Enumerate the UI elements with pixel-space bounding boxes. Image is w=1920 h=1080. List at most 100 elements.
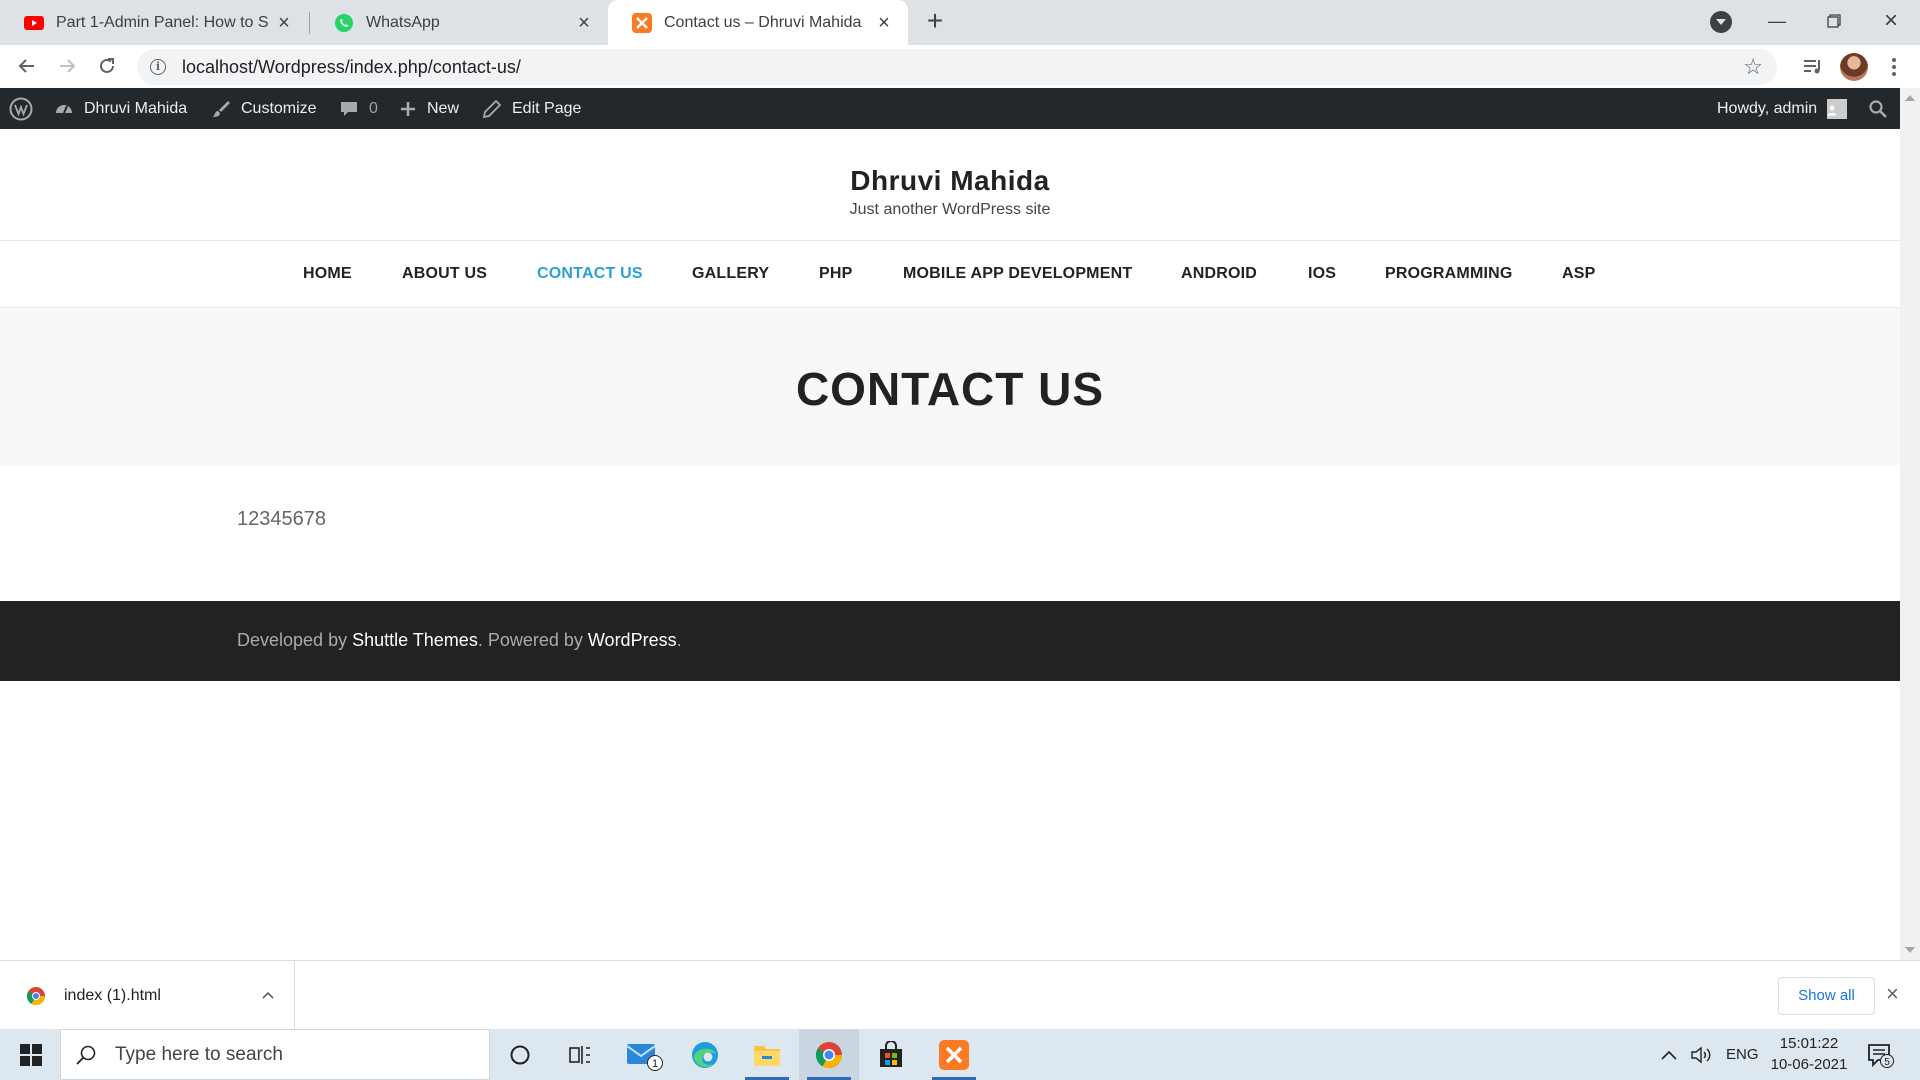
download-bar: index (1).html Show all × (0, 960, 1920, 1030)
tab-title: Contact us – Dhruvi Mahida (664, 13, 862, 31)
page-title-banner: CONTACT US (0, 308, 1900, 465)
nav-item-gallery[interactable]: GALLERY (692, 265, 769, 283)
admin-account[interactable]: Howdy, admin (1717, 88, 1848, 129)
nav-item-mobile-app-development[interactable]: MOBILE APP DEVELOPMENT (903, 265, 1132, 283)
show-all-button[interactable]: Show all (1778, 977, 1875, 1015)
minimize-icon[interactable]: — (1762, 6, 1792, 36)
new-tab-button[interactable]: + (922, 7, 948, 35)
admin-site-name[interactable]: Dhruvi Mahida (54, 88, 187, 129)
wp-admin-bar: Dhruvi Mahida Customize 0 New Edit Page … (0, 88, 1900, 129)
footer-credits: Developed by Shuttle Themes. Powered by … (237, 630, 682, 651)
show-hidden-icons-icon[interactable] (1660, 1029, 1678, 1080)
store-icon[interactable] (861, 1029, 921, 1080)
windows-taskbar: Type here to search 1 ENG 15:01:22 10-06… (0, 1029, 1920, 1080)
site-header: Dhruvi Mahida Just another WordPress sit… (0, 129, 1900, 241)
scroll-up-arrow-icon[interactable] (1905, 95, 1915, 101)
download-item[interactable]: index (1).html (0, 961, 295, 1030)
user-avatar (1827, 98, 1848, 119)
page-scrollbar[interactable] (1900, 88, 1920, 960)
wordpress-logo-icon[interactable] (9, 88, 43, 129)
wordpress-link[interactable]: WordPress (588, 630, 677, 650)
volume-icon[interactable] (1690, 1029, 1712, 1080)
site-info-icon[interactable]: i (150, 59, 166, 75)
site-description: Just another WordPress site (849, 201, 1051, 218)
back-icon[interactable] (12, 51, 42, 81)
admin-new-label: New (427, 99, 460, 117)
reload-icon[interactable] (92, 51, 122, 81)
browser-toolbar: i localhost/Wordpress/index.php/contact-… (0, 45, 1920, 88)
close-window-icon[interactable]: × (1876, 6, 1906, 36)
nav-item-asp[interactable]: ASP (1562, 265, 1596, 283)
admin-search-icon[interactable] (1868, 88, 1898, 129)
cortana-icon[interactable] (490, 1029, 550, 1080)
notification-count: 5 (1884, 1057, 1890, 1068)
close-download-bar-icon[interactable]: × (1886, 981, 1899, 1007)
restore-icon[interactable] (1819, 6, 1849, 36)
nav-item-android[interactable]: ANDROID (1181, 265, 1257, 283)
task-view-icon[interactable] (550, 1029, 610, 1080)
nav-item-php[interactable]: PHP (819, 265, 853, 283)
tab-close-icon[interactable]: × (574, 13, 594, 33)
site-title[interactable]: Dhruvi Mahida (0, 165, 1900, 197)
download-file-name: index (1).html (64, 986, 161, 1004)
tab-search-icon[interactable] (1710, 11, 1732, 33)
nav-item-home[interactable]: HOME (303, 265, 352, 283)
shuttle-themes-link[interactable]: Shuttle Themes (352, 630, 478, 650)
edge-browser-icon[interactable] (675, 1029, 735, 1080)
admin-site-name-label: Dhruvi Mahida (84, 99, 188, 117)
nav-item-programming[interactable]: PROGRAMMING (1385, 265, 1513, 283)
footer-developed-by: Developed by (237, 630, 353, 650)
plus-icon (401, 101, 415, 116)
tab-title: WhatsApp (366, 13, 440, 31)
footer-period: . (676, 630, 682, 650)
media-control-icon[interactable] (1799, 53, 1827, 81)
windows-start-icon[interactable] (10, 1041, 50, 1068)
tab-close-icon[interactable]: × (874, 13, 894, 33)
tab-strip: Part 1-Admin Panel: How to Setu × WhatsA… (0, 0, 1920, 45)
brush-icon (213, 100, 230, 117)
profile-avatar[interactable] (1840, 53, 1868, 81)
tab-title: Part 1-Admin Panel: How to Setu (56, 13, 268, 31)
taskbar-search-box[interactable]: Type here to search (60, 1029, 490, 1080)
xampp-icon (632, 12, 652, 33)
dashboard-icon (56, 104, 72, 113)
admin-customize-label: Customize (241, 99, 317, 117)
search-icon (76, 1045, 96, 1065)
page-content: 12345678 (237, 508, 326, 530)
mail-badge: 1 (652, 1058, 658, 1070)
nav-item-about-us[interactable]: ABOUT US (402, 265, 487, 283)
file-explorer-icon[interactable] (737, 1029, 797, 1080)
clock-time: 15:01:22 (1779, 1035, 1839, 1052)
tab-close-icon[interactable]: × (274, 13, 294, 33)
address-bar[interactable]: i localhost/Wordpress/index.php/contact-… (137, 49, 1777, 85)
language-indicator[interactable]: ENG (1726, 1029, 1759, 1080)
chrome-taskbar-icon[interactable] (799, 1029, 859, 1080)
xampp-taskbar-icon[interactable] (924, 1029, 984, 1080)
tab-contact-us[interactable]: Contact us – Dhruvi Mahida × (608, 0, 908, 45)
admin-edit-page-label: Edit Page (512, 99, 582, 117)
bookmark-star-icon[interactable]: ☆ (1743, 54, 1763, 80)
admin-comments-count: 0 (369, 99, 378, 117)
footer-powered-by: . Powered by (477, 630, 588, 650)
chrome-menu-icon[interactable] (1880, 53, 1908, 81)
mail-app-icon[interactable]: 1 (615, 1029, 675, 1080)
chevron-up-icon[interactable] (262, 986, 274, 1004)
admin-customize[interactable]: Customize (211, 88, 317, 129)
tab-youtube[interactable]: Part 1-Admin Panel: How to Setu × (0, 0, 308, 45)
forward-icon[interactable] (52, 51, 82, 81)
notification-center-icon[interactable]: 5 (1866, 1041, 1894, 1069)
url-text[interactable]: localhost/Wordpress/index.php/contact-us… (182, 57, 521, 78)
admin-comments[interactable]: 0 (339, 88, 378, 129)
youtube-icon (24, 13, 44, 33)
page-title: CONTACT US (795, 363, 1105, 415)
nav-item-contact-us[interactable]: CONTACT US (537, 265, 643, 283)
scroll-down-arrow-icon[interactable] (1905, 947, 1915, 953)
admin-edit-page[interactable]: Edit Page (482, 88, 581, 129)
site-footer: Developed by Shuttle Themes. Powered by … (0, 601, 1900, 681)
admin-new[interactable]: New (399, 88, 459, 129)
whatsapp-icon (334, 13, 354, 33)
comment-icon (341, 101, 357, 116)
nav-item-ios[interactable]: IOS (1308, 265, 1336, 283)
tab-whatsapp[interactable]: WhatsApp × (310, 0, 608, 45)
taskbar-clock[interactable]: 15:01:22 10-06-2021 (1764, 1033, 1854, 1075)
